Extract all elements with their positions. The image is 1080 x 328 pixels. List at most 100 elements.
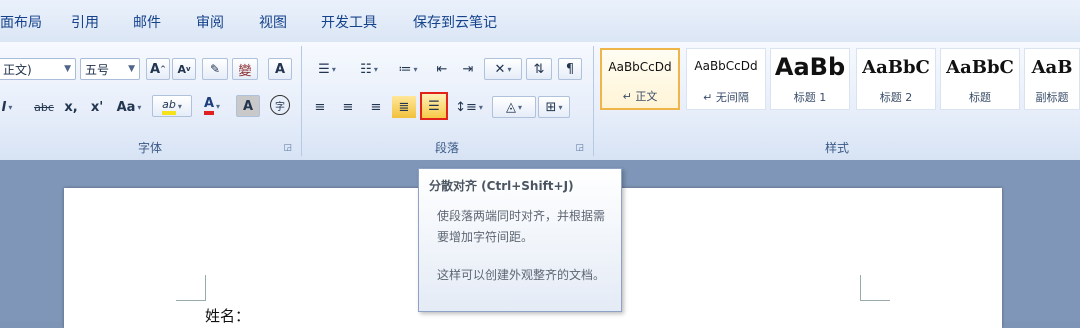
style-sample: AaBbCcDd (608, 60, 672, 74)
strikethrough-button[interactable]: abc (30, 96, 58, 118)
document-text[interactable]: 姓名： (205, 305, 250, 326)
tooltip-title: 分散对齐 (Ctrl+Shift+J) (429, 179, 574, 193)
phonetic-guide-button[interactable]: 變 (232, 58, 258, 80)
sort-button[interactable]: ⇅ (526, 58, 552, 80)
decrease-indent-icon: ⇤ (436, 61, 448, 77)
style-no-spacing[interactable]: AaBbCcDd ↵ 无间隔 (686, 48, 766, 110)
shrink-font-icon: A (177, 62, 186, 76)
shrink-font-button[interactable]: Av (172, 58, 196, 80)
borders-button[interactable]: ⊞ ▾ (538, 96, 570, 118)
multilevel-list-icon: ≔ (398, 61, 412, 77)
dialog-launcher-icon[interactable]: ◲ (575, 143, 584, 153)
tab-mailings[interactable]: 邮件 (133, 12, 161, 32)
tab-view[interactable]: 视图 (259, 12, 287, 32)
style-name: 标题 2 (879, 91, 913, 104)
numbered-list-icon: ☷ (360, 61, 372, 77)
character-border-button[interactable]: A (268, 58, 292, 80)
distributed-align-button[interactable]: ☰ (420, 92, 448, 120)
font-color-button[interactable]: A ▾ (194, 95, 230, 117)
change-case-icon: Aa (116, 99, 136, 115)
shading-button[interactable]: ◬ ▾ (492, 96, 536, 118)
increase-indent-icon: ⇥ (462, 61, 474, 77)
enclose-characters-icon: 字 (270, 95, 290, 115)
style-heading-2[interactable]: AaBbC 标题 2 (856, 48, 936, 110)
paragraph-group-label: 段落 (434, 141, 459, 155)
align-right-button[interactable]: ≡ (364, 96, 388, 118)
style-name: 标题 1 (793, 91, 827, 104)
ribbon-tab-strip: 面布局 引用 邮件 审阅 视图 开发工具 保存到云笔记 (0, 0, 1080, 43)
chinese-layout-button[interactable]: ✕ ▾ (484, 58, 522, 80)
style-sample: AaBbC (862, 57, 930, 78)
style-title[interactable]: AaBbC 标题 (940, 48, 1020, 110)
font-size-combo[interactable]: 五号 ▼ (80, 58, 140, 80)
multilevel-list-button[interactable]: ≔ ▾ (392, 58, 424, 80)
tooltip-description: 使段落两端同时对齐，并根据需要增加字符间距。 (437, 209, 606, 244)
font-group-label: 字体 (137, 141, 162, 155)
tab-page-layout[interactable]: 面布局 (0, 12, 42, 32)
decrease-indent-button[interactable]: ⇤ (430, 58, 454, 80)
grow-font-button[interactable]: A ^ (146, 58, 170, 80)
strikethrough-icon: abc (34, 100, 54, 114)
character-shading-button[interactable]: A (236, 95, 260, 117)
show-formatting-marks-button[interactable]: ¶ (558, 58, 582, 80)
line-spacing-button[interactable]: ↕≡ ▾ (452, 96, 486, 118)
italic-icon: I (1, 99, 7, 115)
font-name-combo[interactable]: 正文) ▼ (0, 58, 76, 80)
paragraph-mark-icon: ¶ (565, 61, 575, 77)
chevron-down-icon: ▼ (64, 64, 71, 74)
subscript-button[interactable]: x, (60, 96, 82, 118)
style-subtitle[interactable]: AaB 副标题 (1024, 48, 1080, 110)
subscript-icon: x, (64, 99, 78, 115)
grow-font-icon: A (150, 61, 161, 77)
chinese-layout-icon: ✕ (494, 61, 506, 77)
align-left-icon: ≡ (314, 99, 326, 115)
chevron-down-icon: ▼ (128, 64, 135, 74)
ribbon: 正文) ▼ 五号 ▼ A ^ Av ✎ 變 A I ▾ abc x, x' Aa ▾ … (0, 42, 1080, 161)
styles-group: AaBbCcDd ↵ 正文 AaBbCcDd ↵ 无间隔 AaBb 标题 1 A… (594, 42, 1080, 160)
crop-mark-top-right (860, 275, 890, 301)
style-name: 副标题 (1035, 91, 1069, 104)
numbering-button[interactable]: ☷ ▾ (350, 58, 388, 80)
style-name: ↵ 正文 (622, 90, 658, 103)
paint-bucket-icon: ◬ (505, 99, 516, 115)
superscript-button[interactable]: x' (86, 96, 108, 118)
increase-indent-button[interactable]: ⇥ (456, 58, 480, 80)
style-normal[interactable]: AaBbCcDd ↵ 正文 (600, 48, 680, 110)
align-center-button[interactable]: ≡ (336, 96, 360, 118)
tab-save-to-cloud-note[interactable]: 保存到云笔记 (413, 12, 497, 32)
tab-developer[interactable]: 开发工具 (321, 12, 377, 32)
character-shading-icon: A (242, 98, 254, 114)
change-case-button[interactable]: Aa ▾ (112, 96, 146, 118)
text-highlight-button[interactable]: ab ▾ (152, 95, 192, 117)
align-left-button[interactable]: ≡ (308, 96, 332, 118)
clear-formatting-button[interactable]: ✎ (202, 58, 228, 80)
distributed-align-tooltip: 分散对齐 (Ctrl+Shift+J) 使段落两端同时对齐，并根据需要增加字符间… (418, 168, 622, 312)
character-border-icon: A (274, 61, 286, 77)
eraser-icon: ✎ (209, 62, 221, 76)
justify-icon: ≣ (398, 99, 410, 115)
styles-group-label: 样式 (824, 141, 849, 155)
tab-review[interactable]: 审阅 (196, 12, 224, 32)
font-size-value: 五号 (85, 62, 110, 77)
bullets-button[interactable]: ☰ ▾ (308, 58, 346, 80)
dialog-launcher-icon[interactable]: ◲ (283, 143, 292, 153)
crop-mark-top-left (176, 275, 206, 301)
style-sample: AaBb (774, 53, 846, 81)
italic-button[interactable]: I ▾ (0, 96, 14, 118)
tab-references[interactable]: 引用 (71, 12, 99, 32)
font-color-icon: A (203, 97, 215, 115)
sort-icon: ⇅ (533, 61, 545, 77)
style-sample: AaBbCcDd (694, 59, 758, 73)
style-heading-1[interactable]: AaBb 标题 1 (770, 48, 850, 110)
font-group: 正文) ▼ 五号 ▼ A ^ Av ✎ 變 A I ▾ abc x, x' Aa ▾ … (0, 42, 300, 160)
style-sample: AaB (1031, 57, 1073, 78)
border-icon: ⊞ (545, 99, 557, 115)
align-center-icon: ≡ (342, 99, 354, 115)
paragraph-group: ☰ ▾ ☷ ▾ ≔ ▾ ⇤ ⇥ ✕ ▾ ⇅ ¶ ≡ ≡ ≡ ≣ ☰ ↕≡ ▾ ◬ ▾ ⊞ ▾ … (302, 42, 592, 160)
justify-button[interactable]: ≣ (392, 96, 416, 118)
style-sample: AaBbC (946, 57, 1014, 78)
enclose-characters-button[interactable]: 字 (268, 94, 292, 116)
style-name: 标题 (969, 91, 991, 104)
distributed-align-icon: ☰ (428, 98, 440, 114)
superscript-icon: x' (90, 99, 104, 115)
